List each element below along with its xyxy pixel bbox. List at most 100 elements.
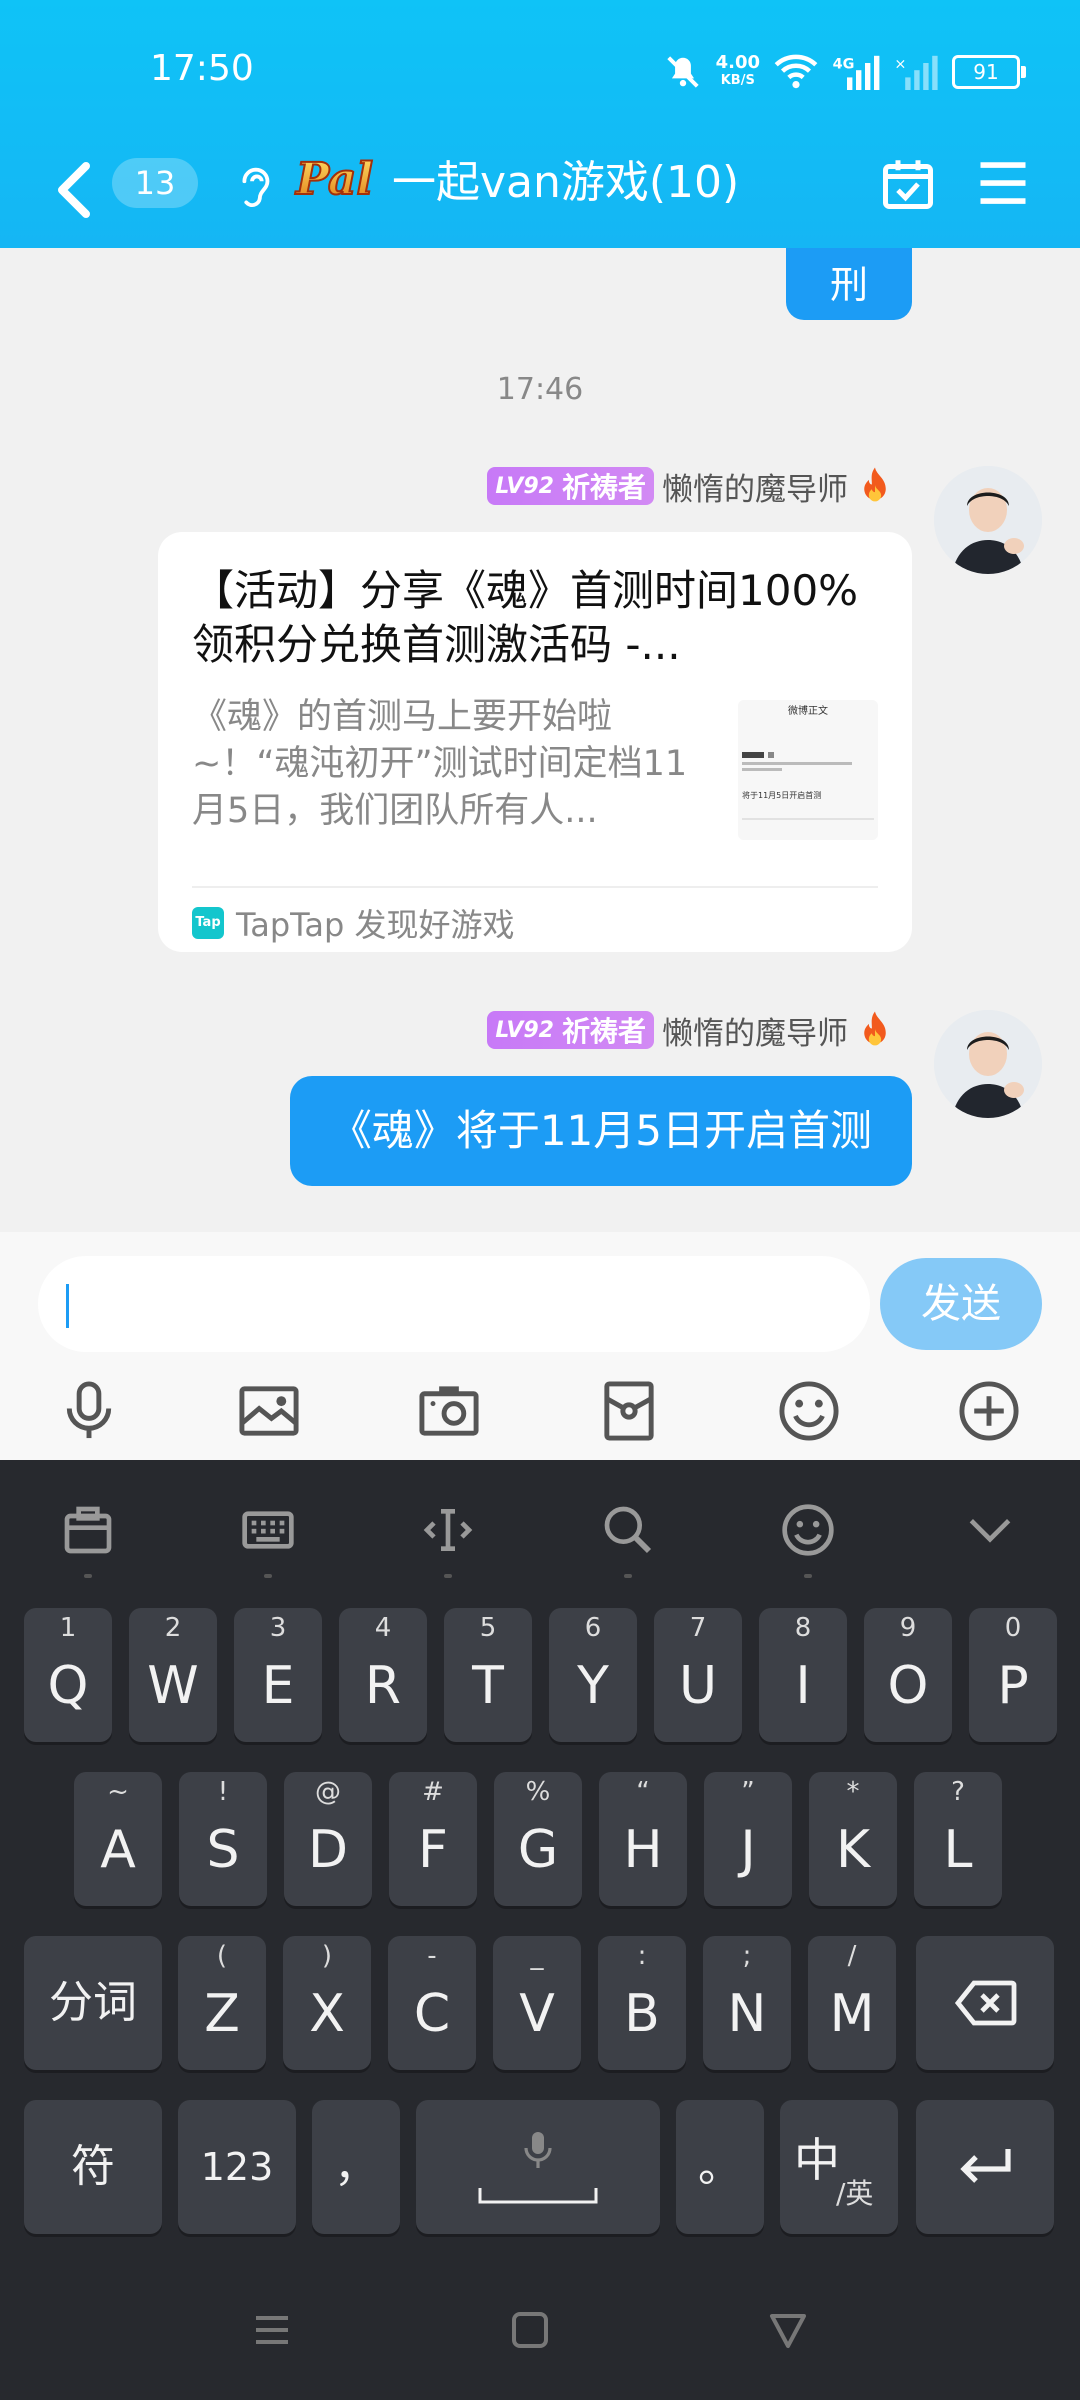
group-title[interactable]: 一起van游戏(10) <box>392 152 739 214</box>
key-label: M <box>829 1984 875 2044</box>
search-icon[interactable] <box>588 1490 668 1578</box>
sender-name[interactable]: 懒惰的魔导师 <box>662 464 848 509</box>
key-q[interactable]: 1Q <box>24 1608 112 1742</box>
key-m[interactable]: / M <box>808 1936 896 2070</box>
key-o[interactable]: 9O <box>864 1608 952 1742</box>
key-label: Y <box>577 1656 609 1716</box>
fire-icon <box>864 1011 886 1046</box>
key-g[interactable]: % G <box>494 1772 582 1906</box>
sender-avatar[interactable] <box>934 466 1042 574</box>
key-label: D <box>307 1820 349 1880</box>
text-message-bubble[interactable]: 《魂》将于11月5日开启首测 <box>289 1076 912 1186</box>
period-key[interactable]: 。 <box>676 2100 764 2234</box>
key-secondary-label: * <box>846 1777 860 1807</box>
key-v[interactable]: _ V <box>493 1936 581 2070</box>
plus-icon[interactable] <box>946 1368 1032 1454</box>
key-k[interactable]: * K <box>809 1772 897 1906</box>
member-title: 祈祷者 <box>561 1015 646 1048</box>
text-caret <box>66 1284 69 1328</box>
key-i[interactable]: 8I <box>759 1608 847 1742</box>
group-logo: Pal <box>292 144 392 214</box>
language-switch-key[interactable]: 中 /英 <box>780 2100 898 2234</box>
key-d[interactable]: @ D <box>284 1772 372 1906</box>
camera-icon[interactable] <box>406 1368 492 1454</box>
key-l[interactable]: ? L <box>914 1772 1002 1906</box>
segment-key[interactable]: 分词 <box>24 1936 162 2070</box>
level-text: LV92 <box>495 1017 554 1043</box>
key-a[interactable]: ~ A <box>74 1772 162 1906</box>
key-s[interactable]: ! S <box>179 1772 267 1906</box>
message-input[interactable] <box>38 1256 870 1352</box>
image-icon[interactable] <box>226 1368 312 1454</box>
chat-area[interactable]: 刑 17:46 LV92 祈祷者 懒惰的魔导师 【活动】分享《魂》首测时间100%… <box>0 248 1080 1232</box>
collapse-keyboard-icon[interactable] <box>950 1490 1030 1570</box>
back-arrow-icon[interactable] <box>54 160 94 220</box>
key-label: F <box>418 1820 448 1880</box>
mute-icon <box>666 56 699 88</box>
key-p[interactable]: 0P <box>969 1608 1057 1742</box>
app-header: 17:50 4.00 KB/S 4G × 91 13 Pal 一起van游戏(10… <box>0 0 1080 248</box>
comma-key[interactable]: ， <box>312 2100 400 2234</box>
key-y[interactable]: 6Y <box>549 1608 637 1742</box>
cursor-move-icon[interactable] <box>408 1490 488 1578</box>
status-bar: 17:50 4.00 KB/S 4G × 91 <box>0 0 1080 140</box>
message-input-bar: 发送 <box>0 1232 1080 1460</box>
segment-key-label: 分词 <box>49 1977 137 2028</box>
key-x[interactable]: ) X <box>283 1936 371 2070</box>
sender-avatar[interactable] <box>934 1010 1042 1118</box>
space-bar-icon <box>478 2188 598 2204</box>
key-j[interactable]: ” J <box>704 1772 792 1906</box>
card-source: Tap TapTap 发现好游戏 <box>192 898 515 948</box>
key-secondary-label: ; <box>742 1941 752 1971</box>
keyboard-emoji-icon[interactable] <box>768 1490 848 1578</box>
previous-message-bubble[interactable]: 刑 <box>786 248 912 320</box>
status-time: 17:50 <box>150 48 254 89</box>
backspace-key[interactable] <box>916 1936 1054 2070</box>
key-u[interactable]: 7U <box>654 1608 742 1742</box>
language-main-label: 中 <box>794 2133 840 2187</box>
key-w[interactable]: 2W <box>129 1608 217 1742</box>
key-z[interactable]: (Z <box>178 1936 266 2070</box>
key-e[interactable]: 3E <box>234 1608 322 1742</box>
recent-apps-icon[interactable] <box>252 2310 292 2350</box>
keyboard-icon[interactable] <box>228 1490 308 1578</box>
key-c[interactable]: -C <box>388 1936 476 2070</box>
key-label: O <box>887 1656 929 1716</box>
key-b[interactable]: :B <box>598 1936 686 2070</box>
key-t[interactable]: 5T <box>444 1608 532 1742</box>
key-label: K <box>835 1820 871 1880</box>
key-label: X <box>309 1984 345 2044</box>
period-key-label: 。 <box>698 2141 742 2192</box>
back-nav-icon[interactable] <box>768 2310 808 2350</box>
shared-link-card[interactable]: 【活动】分享《魂》首测时间100%领积分兑换首测激活码 -... 《魂》的首测马… <box>158 532 912 952</box>
menu-icon[interactable] <box>976 158 1030 208</box>
calendar-check-icon[interactable] <box>878 154 938 214</box>
level-badge: LV92 祈祷者 <box>487 467 654 505</box>
unread-count-badge[interactable]: 13 <box>112 158 198 208</box>
space-key[interactable] <box>416 2100 660 2234</box>
key-label: V <box>519 1984 555 2044</box>
emoji-icon[interactable] <box>766 1368 852 1454</box>
key-h[interactable]: “H <box>599 1772 687 1906</box>
microphone-icon[interactable] <box>46 1368 132 1454</box>
key-r[interactable]: 4R <box>339 1608 427 1742</box>
card-title: 【活动】分享《魂》首测时间100%领积分兑换首测激活码 -... <box>192 566 859 669</box>
symbol-key[interactable]: 符 <box>24 2100 162 2234</box>
key-f[interactable]: # F <box>389 1772 477 1906</box>
network-speed: 4.00 KB/S <box>716 54 760 90</box>
enter-icon <box>960 2149 1011 2183</box>
red-packet-icon[interactable] <box>586 1368 672 1454</box>
send-button[interactable]: 发送 <box>880 1258 1042 1350</box>
key-secondary-label: # <box>422 1777 444 1807</box>
battery-indicator: 91 <box>952 55 1026 89</box>
signal-4g-icon: 4G <box>833 55 880 90</box>
clipboard-icon[interactable] <box>48 1490 128 1578</box>
key-n[interactable]: ; N <box>703 1936 791 2070</box>
earpiece-mode-icon[interactable] <box>234 162 274 212</box>
sender-name[interactable]: 懒惰的魔导师 <box>662 1008 848 1053</box>
enter-key[interactable] <box>916 2100 1054 2234</box>
home-icon[interactable] <box>510 2310 550 2350</box>
key-secondary-label: 0 <box>1004 1613 1022 1643</box>
number-key[interactable]: 123 <box>178 2100 296 2234</box>
status-icons: 4.00 KB/S 4G × 91 <box>664 52 1026 92</box>
